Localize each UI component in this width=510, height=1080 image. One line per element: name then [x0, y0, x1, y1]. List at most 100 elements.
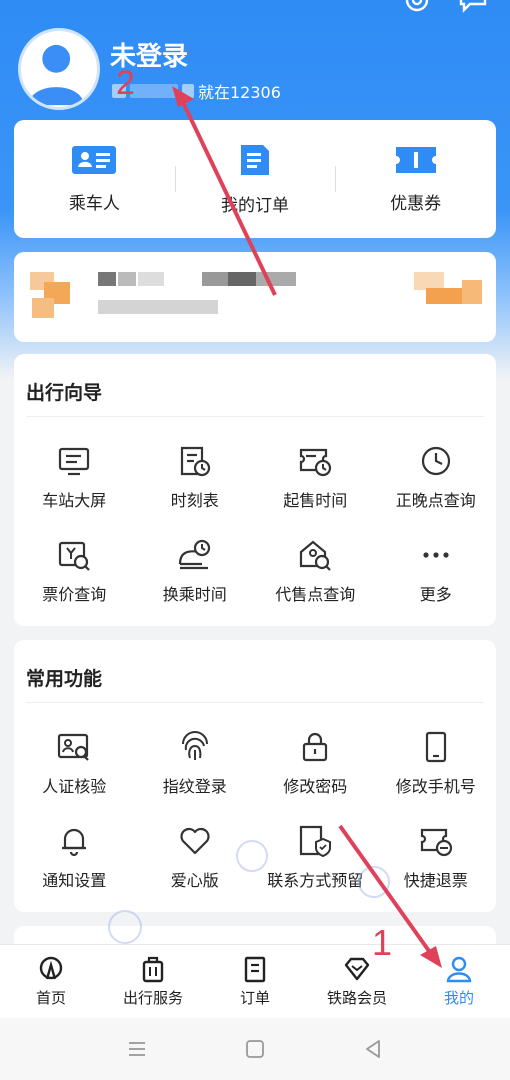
contact-shield-icon — [300, 825, 332, 858]
home-train-icon — [39, 956, 63, 980]
fare-query-button[interactable]: 票价查询 — [14, 532, 135, 626]
change-phone-button[interactable]: 修改手机号 — [376, 724, 497, 818]
agency-query-button[interactable]: 代售点查询 — [255, 532, 376, 626]
banner-blurred-text — [98, 272, 116, 286]
tab-travel-service[interactable]: 出行服务 — [102, 945, 204, 1018]
login-status[interactable]: 未登录 — [110, 36, 188, 73]
divider — [26, 702, 484, 703]
quick-refund-button[interactable]: 快捷退票 — [376, 818, 497, 912]
blurred-text — [112, 84, 126, 98]
menu-icon[interactable] — [126, 1038, 148, 1060]
id-card-icon — [72, 145, 117, 174]
delay-query-button[interactable]: 正晚点查询 — [376, 438, 497, 532]
station-screen-label: 车站大屏 — [42, 491, 107, 510]
order-icon — [244, 956, 266, 983]
tab-label: 首页 — [35, 989, 66, 1007]
message-icon[interactable] — [458, 0, 488, 14]
common-functions-grid: 人证核验 指纹登录 修改密码 修改手机号 通知设置 爱心版 联系方式预留 快捷退… — [14, 724, 496, 912]
more-label: 更多 — [419, 585, 452, 604]
default-avatar-icon — [28, 44, 85, 106]
transfer-time-label: 换乘时间 — [162, 585, 227, 604]
gear-icon[interactable] — [402, 0, 432, 14]
my-orders-button[interactable]: 我的订单 — [174, 120, 336, 238]
contact-reserve-button[interactable]: 联系方式预留 — [255, 818, 376, 912]
avatar[interactable] — [18, 28, 100, 110]
coupon-button[interactable]: 优惠券 — [335, 120, 496, 238]
passenger-button[interactable]: 乘车人 — [14, 120, 175, 238]
timetable-label: 时刻表 — [170, 491, 219, 510]
sale-time-label: 起售时间 — [283, 491, 348, 510]
agency-search-icon — [300, 540, 332, 571]
timetable-button[interactable]: 时刻表 — [135, 438, 256, 532]
back-triangle-icon[interactable] — [362, 1038, 384, 1060]
station-screen-button[interactable]: 车站大屏 — [14, 438, 135, 532]
tab-orders[interactable]: 订单 — [204, 945, 306, 1018]
notification-settings-button[interactable]: 通知设置 — [14, 818, 135, 912]
lock-icon — [303, 732, 328, 762]
id-verify-icon — [58, 733, 90, 761]
diamond-icon — [344, 957, 370, 981]
travel-guide-grid: 车站大屏 时刻表 起售时间 正晚点查询 票价查询 换乘时间 代售点查询 更多 — [14, 438, 496, 626]
phone-icon — [425, 731, 446, 763]
care-mode-button[interactable]: 爱心版 — [135, 818, 256, 912]
fingerprint-login-button[interactable]: 指纹登录 — [135, 724, 256, 818]
travel-guide-card: 出行向导 车站大屏 时刻表 起售时间 正晚点查询 票价查询 换乘时间 代售点查询… — [14, 354, 496, 626]
banner-image-pixel — [32, 298, 54, 318]
banner-blurred-text — [138, 272, 164, 286]
user-subtitle-text: 就在12306 — [198, 83, 281, 102]
id-verify-button[interactable]: 人证核验 — [14, 724, 135, 818]
id-verify-label: 人证核验 — [42, 777, 107, 796]
fingerprint-login-label: 指纹登录 — [162, 777, 227, 796]
bottom-tab-bar: 首页 出行服务 订单 铁路会员 我的 — [0, 944, 510, 1018]
luggage-icon — [142, 956, 164, 983]
quick-actions-card: 乘车人 我的订单 优惠券 — [14, 120, 496, 238]
user-subtitle: 就在12306 — [112, 79, 281, 103]
delay-query-label: 正晚点查询 — [395, 491, 476, 510]
person-icon — [446, 956, 472, 983]
order-list-icon — [241, 144, 269, 175]
tab-label: 出行服务 — [122, 989, 183, 1007]
tab-label: 我的 — [443, 989, 474, 1007]
quick-refund-label: 快捷退票 — [403, 871, 468, 890]
care-mode-label: 爱心版 — [170, 871, 219, 890]
fingerprint-icon — [181, 731, 208, 760]
sale-time-button[interactable]: 起售时间 — [255, 438, 376, 532]
touch-indicator — [108, 910, 142, 944]
banner-blurred-text — [118, 272, 136, 286]
tab-label: 订单 — [239, 989, 270, 1007]
more-icon — [423, 552, 449, 558]
section-title: 出行向导 — [26, 382, 103, 404]
banner-image-pixel — [462, 280, 482, 304]
system-navigation-bar — [0, 1018, 510, 1080]
contact-reserve-label: 联系方式预留 — [267, 871, 364, 890]
notification-settings-label: 通知设置 — [42, 871, 107, 890]
banner-blurred-text — [98, 300, 218, 314]
agency-query-label: 代售点查询 — [275, 585, 356, 604]
timetable-icon — [180, 446, 210, 477]
my-orders-label: 我的订单 — [221, 195, 289, 216]
tab-home[interactable]: 首页 — [0, 945, 102, 1018]
refund-icon — [420, 828, 452, 857]
transfer-time-button[interactable]: 换乘时间 — [135, 532, 256, 626]
change-password-button[interactable]: 修改密码 — [255, 724, 376, 818]
touch-indicator — [358, 866, 390, 898]
fare-search-icon — [59, 541, 91, 571]
tab-railway-member[interactable]: 铁路会员 — [306, 945, 408, 1018]
tab-mine[interactable]: 我的 — [408, 945, 510, 1018]
bell-icon — [62, 828, 87, 857]
promo-banner[interactable] — [14, 252, 496, 342]
station-screen-icon — [59, 447, 90, 476]
banner-blurred-text — [256, 272, 296, 286]
section-title: 常用功能 — [26, 668, 103, 690]
blurred-text — [130, 84, 178, 98]
fare-query-label: 票价查询 — [42, 585, 107, 604]
blurred-text — [182, 84, 194, 98]
header-actions — [402, 0, 488, 14]
home-square-icon[interactable] — [244, 1038, 266, 1060]
more-button[interactable]: 更多 — [376, 532, 497, 626]
coupon-icon — [395, 146, 436, 173]
banner-blurred-text — [202, 272, 228, 286]
transfer-time-icon — [178, 539, 210, 570]
change-phone-label: 修改手机号 — [395, 777, 476, 796]
banner-image-pixel — [426, 288, 466, 304]
